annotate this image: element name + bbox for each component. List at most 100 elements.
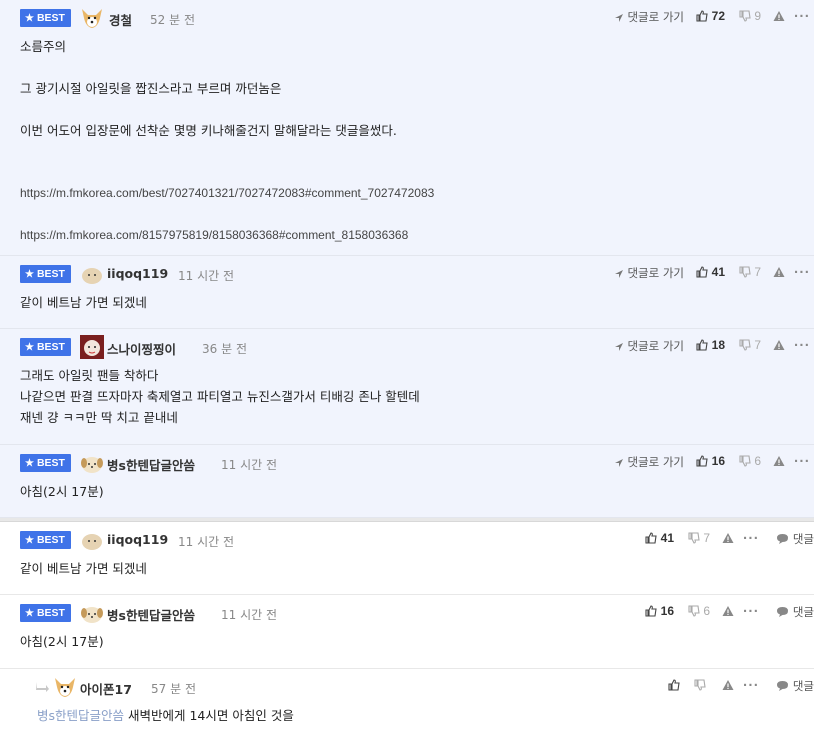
- star-icon: ★: [25, 458, 34, 469]
- more-icon[interactable]: ···: [743, 604, 759, 618]
- warning-icon: [722, 680, 734, 690]
- like-button[interactable]: 16: [696, 454, 725, 468]
- comment-body: 같이 베트남 가면 되겠네: [20, 561, 147, 576]
- comment: ★ BEST 병s한텐답글안씀 11 시간 전 16 6 ··· 댓글 아침(2시…: [0, 595, 814, 669]
- thumb-down-icon: [739, 10, 751, 22]
- like-button[interactable]: 72: [696, 9, 725, 23]
- like-button[interactable]: 16: [645, 604, 674, 618]
- dislike-button[interactable]: 6: [739, 454, 761, 468]
- dislike-button[interactable]: [694, 678, 706, 692]
- goto-comment-link[interactable]: 댓글로 가기: [614, 338, 684, 354]
- thumb-down-icon: [694, 679, 706, 691]
- best-badge: ★ BEST: [20, 338, 71, 356]
- user-nickname[interactable]: iiqoq119: [107, 532, 168, 547]
- dislike-button[interactable]: 7: [688, 531, 710, 545]
- report-button[interactable]: [773, 338, 785, 352]
- more-icon[interactable]: ···: [794, 9, 810, 23]
- thumb-down-icon: [688, 605, 700, 617]
- puppy-avatar-icon[interactable]: [80, 601, 104, 625]
- best-comment: ★ BEST 스나이찡찡이 36 분 전 댓글로 가기 18 7 ··· 그래도 …: [0, 329, 814, 445]
- dislike-button[interactable]: 6: [688, 604, 710, 618]
- goto-comment-link[interactable]: 댓글로 가기: [614, 9, 684, 25]
- goto-comment-link[interactable]: 댓글로 가기: [614, 265, 684, 281]
- comment-link[interactable]: https://m.fmkorea.com/best/7027401321/70…: [20, 183, 794, 204]
- dislike-button[interactable]: 9: [739, 9, 761, 23]
- reply-button[interactable]: 댓글: [776, 604, 814, 620]
- blob-avatar-icon[interactable]: [80, 528, 104, 552]
- user-nickname[interactable]: iiqoq119: [107, 266, 168, 281]
- user-nickname[interactable]: 경철: [109, 10, 132, 29]
- best-badge: ★ BEST: [20, 454, 71, 472]
- star-icon: ★: [25, 608, 34, 619]
- reply-arrow-icon: [36, 682, 49, 692]
- report-button[interactable]: [773, 265, 785, 279]
- like-button[interactable]: [668, 678, 680, 692]
- thumb-down-icon: [739, 455, 751, 467]
- timestamp: 57 분 전: [151, 682, 196, 696]
- star-icon: ★: [25, 269, 34, 280]
- comment-body: 같이 베트남 가면 되겠네: [20, 295, 147, 310]
- more-icon[interactable]: ···: [794, 338, 810, 352]
- dog-avatar-icon[interactable]: [80, 6, 104, 30]
- more-icon[interactable]: ···: [743, 678, 759, 692]
- warning-icon: [722, 606, 734, 616]
- character-avatar-icon[interactable]: [80, 335, 104, 359]
- thumb-down-icon: [739, 266, 751, 278]
- thumb-up-icon: [696, 266, 708, 278]
- user-nickname[interactable]: 스나이찡찡이: [107, 339, 176, 358]
- best-badge: ★ BEST: [20, 9, 71, 27]
- arrow-icon: [614, 270, 623, 278]
- warning-icon: [773, 11, 785, 21]
- best-comment: ★ BEST 병s한텐답글안씀 11 시간 전 댓글로 가기 16 6 ··· 아…: [0, 445, 814, 518]
- comment-body: 병s한텐답글안씀 새벽반에게 14시면 아침인 것을: [37, 708, 294, 723]
- best-badge: ★ BEST: [20, 531, 71, 549]
- warning-icon: [773, 456, 785, 466]
- report-button[interactable]: [773, 9, 785, 23]
- timestamp: 11 시간 전: [221, 608, 278, 622]
- speech-bubble-icon: [777, 681, 789, 691]
- thumb-down-icon: [688, 532, 700, 544]
- more-icon[interactable]: ···: [794, 454, 810, 468]
- like-button[interactable]: 41: [696, 265, 725, 279]
- timestamp: 11 시간 전: [178, 535, 235, 549]
- best-comment: ★ BEST 경철 52 분 전 댓글로 가기 72 9 ··· 소름주의 그 광…: [0, 0, 814, 256]
- report-button[interactable]: [722, 678, 734, 692]
- goto-comment-link[interactable]: 댓글로 가기: [614, 454, 684, 470]
- star-icon: ★: [25, 535, 34, 546]
- timestamp: 36 분 전: [202, 342, 247, 356]
- warning-icon: [722, 533, 734, 543]
- thumb-up-icon: [696, 455, 708, 467]
- report-button[interactable]: [773, 454, 785, 468]
- puppy-avatar-icon[interactable]: [80, 451, 104, 475]
- reply-target-nickname[interactable]: 병s한텐답글안씀: [37, 708, 124, 723]
- like-button[interactable]: 18: [696, 338, 725, 352]
- user-nickname[interactable]: 아이폰17: [80, 679, 132, 698]
- dog-avatar-icon[interactable]: [53, 675, 77, 699]
- warning-icon: [773, 267, 785, 277]
- report-button[interactable]: [722, 531, 734, 545]
- dislike-button[interactable]: 7: [739, 338, 761, 352]
- best-badge: ★ BEST: [20, 604, 71, 622]
- comment-body: 아침(2시 17분): [20, 634, 104, 649]
- arrow-icon: [614, 14, 623, 22]
- reply-comment: 아이폰17 57 분 전 ··· 댓글 병s한텐답글안씀 새벽반에게 14시면 …: [0, 669, 814, 729]
- like-button[interactable]: 41: [645, 531, 674, 545]
- more-icon[interactable]: ···: [743, 531, 759, 545]
- report-button[interactable]: [722, 604, 734, 618]
- best-comment: ★ BEST iiqoq119 11 시간 전 댓글로 가기 41 7 ··· 같…: [0, 256, 814, 329]
- reply-button[interactable]: 댓글: [776, 678, 814, 694]
- more-icon[interactable]: ···: [794, 265, 810, 279]
- comment: ★ BEST iiqoq119 11 시간 전 41 7 ··· 댓글 같이 베트…: [0, 522, 814, 595]
- speech-bubble-icon: [777, 534, 789, 544]
- user-nickname[interactable]: 병s한텐답글안씀: [107, 605, 195, 624]
- timestamp: 11 시간 전: [178, 269, 235, 283]
- user-nickname[interactable]: 병s한텐답글안씀: [107, 455, 195, 474]
- thumb-up-icon: [696, 339, 708, 351]
- reply-button[interactable]: 댓글: [776, 531, 814, 547]
- blob-avatar-icon[interactable]: [80, 262, 104, 286]
- dislike-button[interactable]: 7: [739, 265, 761, 279]
- best-badge: ★ BEST: [20, 265, 71, 283]
- star-icon: ★: [25, 13, 34, 24]
- comment-link[interactable]: https://m.fmkorea.com/8157975819/8158036…: [20, 225, 794, 246]
- timestamp: 52 분 전: [150, 13, 195, 27]
